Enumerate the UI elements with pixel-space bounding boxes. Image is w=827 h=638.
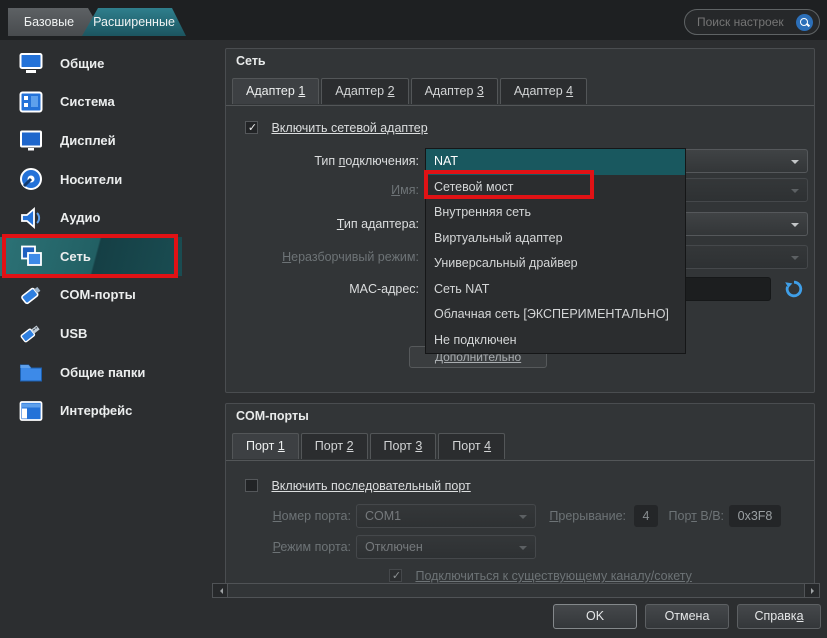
tab-port-2[interactable]: Порт 2 (301, 433, 368, 459)
ok-button[interactable]: OK (553, 604, 637, 629)
sidebar-item-display[interactable]: Дисплей (0, 121, 212, 160)
sidebar-item-usb[interactable]: USB (0, 314, 212, 353)
enable-adapter-row: Включить сетевой адаптер (245, 116, 428, 140)
network-icon (18, 243, 44, 269)
help-button[interactable]: Справка (737, 604, 821, 629)
tab-adapter-3[interactable]: Адаптер 3 (411, 78, 498, 104)
usb-icon (18, 320, 44, 346)
chevron-down-icon (519, 546, 527, 554)
general-icon (18, 50, 44, 76)
port-tabs: Порт 1 Порт 2 Порт 3 Порт 4 (232, 433, 507, 459)
adapter-tabs: Адаптер 1 Адаптер 2 Адаптер 3 Адаптер 4 (232, 78, 589, 104)
port-mode-label: Режим порта: (226, 535, 351, 559)
top-bar: Базовые Расширенные (0, 0, 827, 40)
io-port-label: Порт В/В: (666, 504, 724, 528)
tab-port-3[interactable]: Порт 3 (370, 433, 437, 459)
sidebar-item-system[interactable]: Система (0, 83, 212, 122)
chevron-down-icon (791, 256, 799, 264)
interface-icon (18, 398, 44, 424)
sidebar-item-label: USB (60, 326, 87, 341)
system-icon (18, 89, 44, 115)
serial-section-title: COM-порты (236, 409, 309, 423)
sidebar-item-label: Сеть (60, 249, 91, 264)
dropdown-item-cloud[interactable]: Облачная сеть [ЭКСПЕРИМЕНТАЛЬНО] (426, 302, 685, 328)
search-icon[interactable] (796, 14, 813, 31)
name-label: Имя: (226, 178, 419, 202)
scroll-right-icon[interactable] (805, 584, 819, 597)
serial-ports-icon (18, 282, 44, 308)
tab-port-4[interactable]: Порт 4 (438, 433, 505, 459)
scrollbar-thumb[interactable] (227, 584, 805, 597)
attachment-type-label: Тип подключения: (226, 149, 419, 173)
audio-icon (18, 205, 44, 231)
dropdown-item-generic[interactable]: Универсальный драйвер (426, 251, 685, 277)
sidebar-item-shared-folders[interactable]: Общие папки (0, 353, 212, 392)
network-section-title: Сеть (236, 54, 266, 68)
port-mode-combo: Отключен (356, 535, 536, 559)
port-number-combo: COM1 (356, 504, 536, 528)
horizontal-scrollbar[interactable] (212, 583, 820, 598)
enable-adapter-checkbox[interactable] (245, 121, 258, 134)
dropdown-item-bridged[interactable]: Сетевой мост (426, 175, 685, 201)
search-input[interactable] (697, 15, 796, 29)
sidebar-item-label: Носители (60, 172, 122, 187)
sidebar-item-label: Дисплей (60, 133, 116, 148)
sidebar-item-label: Система (60, 94, 115, 109)
sidebar-item-storage[interactable]: Носители (0, 160, 212, 199)
dropdown-item-natnetwork[interactable]: Сеть NAT (426, 277, 685, 303)
chevron-down-icon (519, 515, 527, 523)
tab-divider (226, 105, 814, 106)
scroll-left-icon[interactable] (213, 584, 227, 597)
settings-search[interactable] (684, 9, 820, 35)
dropdown-item-nat[interactable]: NAT (426, 149, 685, 175)
refresh-mac-icon[interactable] (784, 279, 804, 299)
irq-label: Прерывание: (544, 504, 626, 528)
category-sidebar: Общие Система Дисплей Носители Аудио (0, 44, 212, 430)
enable-adapter-label: Включить сетевой адаптер (271, 121, 427, 135)
tab-divider (226, 460, 814, 461)
sidebar-item-network[interactable]: Сеть (0, 237, 212, 276)
shared-folders-icon (18, 359, 44, 385)
chevron-down-icon (791, 160, 799, 168)
tab-port-1[interactable]: Порт 1 (232, 433, 299, 459)
dropdown-item-hostonly[interactable]: Виртуальный адаптер (426, 226, 685, 252)
sidebar-item-serial[interactable]: COM-порты (0, 276, 212, 315)
enable-serial-row: Включить последовательный порт (245, 474, 471, 498)
connect-existing-pipe-label: Подключиться к существующему каналу/соке… (415, 569, 691, 583)
tab-adapter-2[interactable]: Адаптер 2 (321, 78, 408, 104)
sidebar-item-label: Интерфейс (60, 403, 132, 418)
sidebar-item-label: COM-порты (60, 287, 136, 302)
sidebar-item-general[interactable]: Общие (0, 44, 212, 83)
dropdown-item-notattached[interactable]: Не подключен (426, 328, 685, 354)
sidebar-item-label: Аудио (60, 210, 100, 225)
dropdown-item-internal[interactable]: Внутренняя сеть (426, 200, 685, 226)
serial-section: COM-порты Порт 1 Порт 2 Порт 3 Порт 4 Вк… (225, 403, 815, 585)
enable-serial-checkbox[interactable] (245, 479, 258, 492)
io-port-field: 0x3F8 (729, 505, 781, 527)
irq-field: 4 (634, 505, 658, 527)
sidebar-item-label: Общие (60, 56, 104, 71)
adapter-type-label: Тип адаптера: (226, 212, 419, 236)
cancel-button[interactable]: Отмена (645, 604, 729, 629)
port-number-label: Номер порта: (226, 504, 351, 528)
display-icon (18, 127, 44, 153)
mac-address-label: MAC-адрес: (226, 277, 419, 301)
promiscuous-mode-label: Неразборчивый режим: (226, 245, 419, 269)
tab-adapter-1[interactable]: Адаптер 1 (232, 78, 319, 104)
storage-icon (18, 166, 44, 192)
sidebar-item-audio[interactable]: Аудио (0, 198, 212, 237)
enable-serial-label: Включить последовательный порт (271, 479, 470, 493)
chevron-down-icon (791, 189, 799, 197)
chevron-down-icon (791, 223, 799, 231)
tab-expert[interactable]: Расширенные (82, 8, 186, 36)
attachment-type-dropdown: NAT Сетевой мост Внутренняя сеть Виртуал… (425, 148, 686, 354)
sidebar-item-label: Общие папки (60, 365, 145, 380)
connect-existing-pipe-checkbox (389, 569, 402, 582)
tab-adapter-4[interactable]: Адаптер 4 (500, 78, 587, 104)
sidebar-item-interface[interactable]: Интерфейс (0, 391, 212, 430)
